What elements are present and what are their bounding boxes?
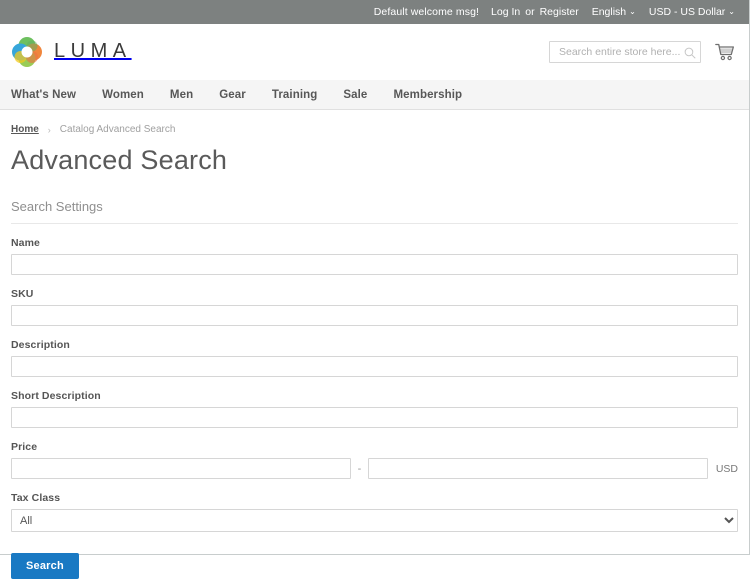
field-label-name: Name [11, 237, 738, 249]
welcome-message: Default welcome msg! [374, 6, 479, 18]
field-sku: SKU [11, 288, 738, 326]
form-actions: Search [11, 553, 738, 579]
luma-flower-logo-icon [11, 36, 43, 68]
logo-link[interactable]: LUMA [11, 36, 132, 68]
site-header: LUMA [0, 24, 749, 80]
field-short-description: Short Description [11, 390, 738, 428]
price-to-input[interactable] [368, 458, 708, 479]
sku-input[interactable] [11, 305, 738, 326]
form-legend: Search Settings [11, 199, 738, 224]
logo-text: LUMA [54, 40, 132, 63]
nav-item-training[interactable]: Training [259, 89, 331, 101]
nav-item-whats-new[interactable]: What's New [11, 89, 89, 101]
language-switcher-label: English [592, 6, 626, 18]
price-range-row: - USD [11, 458, 738, 479]
breadcrumb-home-link[interactable]: Home [11, 124, 39, 135]
field-label-description: Description [11, 339, 738, 351]
chevron-down-icon: ⌄ [629, 7, 636, 16]
name-input[interactable] [11, 254, 738, 275]
header-actions [549, 41, 735, 63]
top-panel: Default welcome msg! Log In or Register … [0, 0, 749, 24]
field-label-tax-class: Tax Class [11, 492, 738, 504]
search-button[interactable]: Search [11, 553, 79, 579]
main-navigation: What's New Women Men Gear Training Sale … [0, 80, 749, 110]
tax-class-select[interactable]: All [11, 509, 738, 532]
nav-item-sale[interactable]: Sale [330, 89, 380, 101]
search-box[interactable] [549, 41, 701, 63]
register-link[interactable]: Register [540, 6, 579, 18]
price-currency-label: USD [708, 463, 738, 475]
field-tax-class: Tax Class All [11, 492, 738, 532]
page-title: Advanced Search [11, 145, 738, 176]
language-switcher[interactable]: English⌄ [592, 6, 636, 18]
page-content: Home › Catalog Advanced Search Advanced … [0, 110, 749, 579]
nav-item-men[interactable]: Men [157, 89, 206, 101]
log-in-link[interactable]: Log In [491, 6, 520, 18]
nav-item-gear[interactable]: Gear [206, 89, 259, 101]
currency-switcher-label: USD - US Dollar [649, 6, 725, 18]
or-label: or [525, 6, 534, 18]
advanced-search-form: Search Settings Name SKU Description Sho… [11, 199, 738, 579]
field-label-short-description: Short Description [11, 390, 738, 402]
chevron-down-icon: ⌄ [728, 7, 735, 16]
currency-switcher[interactable]: USD - US Dollar⌄ [649, 6, 735, 18]
field-description: Description [11, 339, 738, 377]
breadcrumb-current: Catalog Advanced Search [60, 124, 176, 135]
breadcrumb: Home › Catalog Advanced Search [11, 110, 738, 135]
search-input[interactable] [557, 45, 684, 59]
price-from-input[interactable] [11, 458, 351, 479]
nav-item-women[interactable]: Women [89, 89, 157, 101]
minicart-link[interactable] [715, 42, 735, 62]
breadcrumb-separator-icon: › [48, 125, 51, 135]
price-range-separator: - [351, 463, 369, 475]
field-name: Name [11, 237, 738, 275]
search-icon[interactable] [684, 46, 696, 58]
nav-item-membership[interactable]: Membership [380, 89, 475, 101]
description-input[interactable] [11, 356, 738, 377]
short-description-input[interactable] [11, 407, 738, 428]
field-label-sku: SKU [11, 288, 738, 300]
shopping-cart-icon [715, 42, 735, 62]
field-price: Price - USD [11, 441, 738, 479]
field-label-price: Price [11, 441, 738, 453]
